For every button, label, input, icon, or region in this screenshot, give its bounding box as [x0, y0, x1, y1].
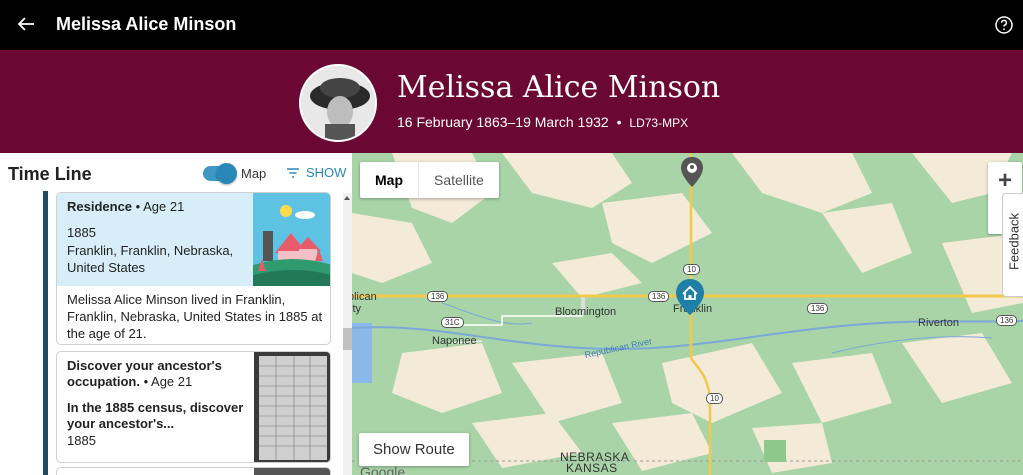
census-record-image	[254, 352, 330, 462]
scroll-up-arrow-icon[interactable]	[344, 196, 350, 200]
event-age: • Age 21	[143, 374, 193, 389]
timeline-card-residence[interactable]: Residence • Age 21 1885 Franklin, Frankl…	[56, 192, 331, 345]
home-pin-icon[interactable]	[675, 278, 705, 316]
separator-dot: •	[616, 114, 622, 130]
card-event: Residence • Age 21	[67, 199, 184, 214]
event-description: Melissa Alice Minson lived in Franklin, …	[67, 292, 323, 341]
event-subtitle: In the 1885 census, discover your ancest…	[67, 400, 244, 431]
timeline-line	[43, 191, 48, 475]
feedback-label: Feedback	[1006, 212, 1022, 271]
lifespan-dates: 16 February 1863–19 March 1932	[397, 114, 609, 130]
timeline-card-occupation[interactable]: Discover your ancestor's occupation. • A…	[56, 351, 331, 463]
arrow-left-icon[interactable]	[14, 12, 38, 36]
timeline-scrollbar[interactable]	[343, 193, 352, 475]
map-type-map-button[interactable]: Map	[360, 162, 418, 198]
person-lifespan: 16 February 1863–19 March 1932 • LD73-MP…	[397, 114, 688, 130]
map-label-bloomington: Bloomington	[555, 306, 617, 318]
map-label-kansas: KANSAS	[566, 461, 618, 475]
person-id[interactable]: LD73-MPX	[629, 116, 688, 130]
page-title: Melissa Alice Minson	[56, 14, 237, 34]
event-place: Franklin, Franklin, Nebraska, United Sta…	[67, 243, 234, 275]
route-shield-136: 136	[427, 291, 449, 302]
feedback-tab[interactable]: Feedback	[1002, 193, 1023, 297]
help-circle-icon[interactable]	[994, 15, 1014, 35]
person-name: Melissa Alice Minson	[397, 70, 721, 105]
map-label-city-fragment: ity	[352, 303, 361, 315]
timeline-card-partial[interactable]	[56, 467, 331, 475]
map-type-control: Map Satellite	[360, 162, 499, 198]
event-age: • Age 21	[135, 199, 185, 214]
route-shield-10: 10	[683, 264, 700, 275]
timeline-panel: Time Line Map SHOW Residence • Age 21 18…	[0, 153, 352, 475]
event-type: Residence	[67, 199, 133, 214]
route-shield-10: 10	[706, 393, 723, 404]
scroll-thumb[interactable]	[343, 328, 352, 350]
map-toggle-label: Map	[241, 166, 267, 181]
google-logo: Google	[360, 464, 406, 475]
residence-illustration	[253, 193, 330, 286]
map-view[interactable]: blican ity Bloomington Franklin Riverton…	[352, 153, 1023, 475]
top-bar: Melissa Alice Minson	[0, 0, 1023, 50]
map-label-republican-city: blican	[352, 291, 377, 303]
card-event: Discover your ancestor's occupation. • A…	[67, 358, 247, 390]
route-shield-136: 136	[996, 315, 1018, 326]
filter-icon	[287, 167, 299, 178]
event-year: 1885	[67, 225, 96, 240]
show-label: SHOW	[306, 165, 347, 180]
event-year: 1885	[67, 433, 96, 448]
route-shield-31c: 31C	[441, 317, 464, 328]
timeline-title: Time Line	[8, 164, 92, 184]
show-filter-button[interactable]: SHOW	[286, 165, 346, 180]
map-type-satellite-button[interactable]: Satellite	[418, 162, 499, 198]
map-pin-gray-icon[interactable]	[680, 156, 704, 188]
show-route-button[interactable]: Show Route	[359, 433, 469, 466]
person-header: Melissa Alice Minson 16 February 1863–19…	[0, 50, 1023, 153]
avatar	[299, 64, 377, 142]
portrait-image	[301, 66, 375, 140]
toggle-knob[interactable]	[216, 163, 237, 184]
route-shield-136: 136	[807, 303, 829, 314]
map-label-naponee: Naponee	[432, 335, 477, 347]
card-thumbnail	[254, 468, 330, 475]
map-toggle[interactable]	[203, 163, 237, 184]
map-label-riverton: Riverton	[918, 317, 959, 329]
route-shield-136: 136	[648, 291, 670, 302]
